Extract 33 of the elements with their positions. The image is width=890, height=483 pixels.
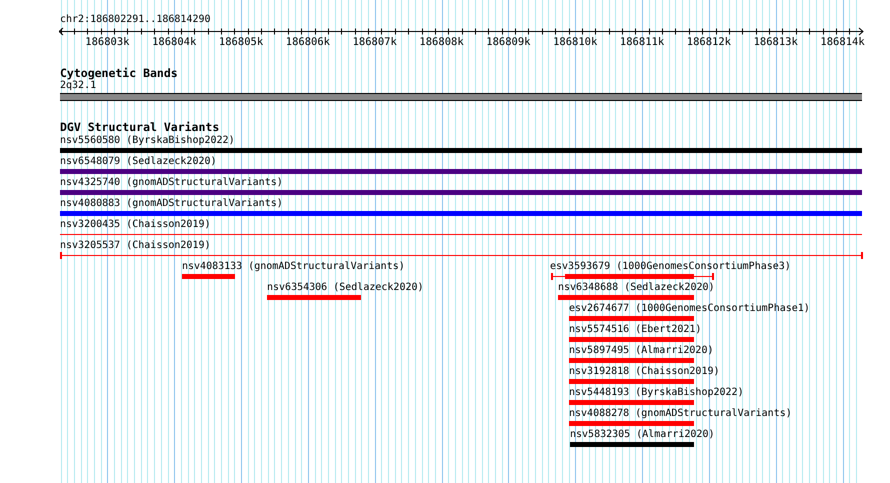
tick-label: 186804k [152, 36, 196, 48]
track-title: Cytogenetic Bands [60, 67, 178, 80]
variant-label: nsv5574516 (Ebert2021) [569, 324, 702, 336]
track-title: DGV Structural Variants [60, 121, 220, 134]
variant-label: nsv4325740 (gnomADStructuralVariants) [60, 177, 283, 189]
variant-label: nsv3192818 (Chaisson2019) [569, 366, 720, 378]
variant-label: nsv5832305 (Almarri2020) [570, 429, 714, 441]
tick-label: 186806k [286, 36, 330, 48]
variant-label: nsv6348688 (Sedlazeck2020) [558, 282, 715, 294]
tick-label: 186813k [754, 36, 798, 48]
variant-label: nsv6548079 (Sedlazeck2020) [60, 156, 217, 168]
variant-label: nsv6354306 (Sedlazeck2020) [267, 282, 424, 294]
variant-label: nsv4080883 (gnomADStructuralVariants) [60, 198, 283, 210]
variant-label: nsv5560580 (ByrskaBishop2022) [60, 135, 235, 147]
variant-label: nsv5448193 (ByrskaBishop2022) [569, 387, 744, 399]
tick-label: 186812k [686, 36, 731, 48]
tick-label: 186808k [419, 36, 464, 48]
variant-label: esv3593679 (1000GenomesConsortiumPhase3) [550, 261, 791, 273]
variant-label: esv2674677 (1000GenomesConsortiumPhase1) [569, 303, 810, 315]
tick-label: 186811k [620, 36, 664, 48]
tick-label: 186805k [218, 36, 264, 48]
tick-label: 186803k [85, 36, 130, 48]
variant-label: nsv3200435 (Chaisson2019) [60, 219, 211, 231]
variant-label: nsv5897495 (Almarri2020) [569, 345, 714, 357]
variant-label: nsv3205537 (Chaisson2019) [60, 240, 211, 252]
variant-label: nsv4083133 (gnomADStructuralVariants) [182, 261, 405, 273]
tick-label: 186814k [820, 36, 865, 48]
band-label: 2q32.1 [60, 80, 96, 92]
location-label: chr2:186802291..186814290 [60, 14, 211, 26]
tick-label: 186809k [486, 36, 530, 48]
variant-label: nsv4088278 (gnomADStructuralVariants) [569, 408, 792, 420]
tick-label: 186810k [553, 36, 598, 48]
tick-label: 186807k [352, 36, 397, 48]
